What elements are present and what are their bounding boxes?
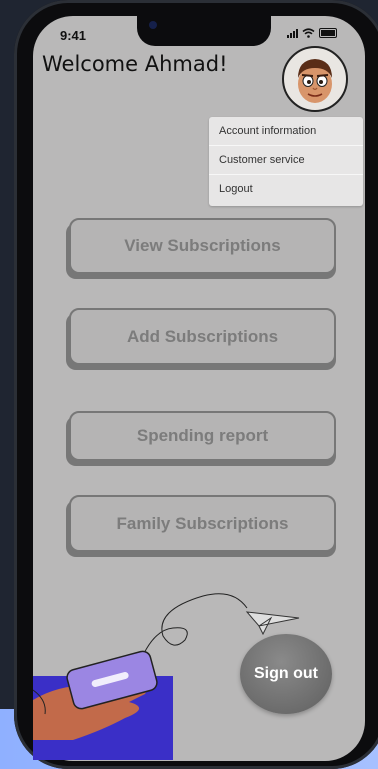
view-subscriptions-button[interactable]: View Subscriptions <box>69 218 336 274</box>
family-subscriptions-wrapper: Family Subscriptions <box>66 495 336 557</box>
family-subscriptions-button[interactable]: Family Subscriptions <box>69 495 336 552</box>
view-subscriptions-wrapper: View Subscriptions <box>66 218 336 279</box>
wifi-icon <box>302 28 315 38</box>
menu-item-customer-service[interactable]: Customer service <box>209 146 363 175</box>
welcome-heading: Welcome Ahmad! <box>42 52 228 76</box>
avatar[interactable] <box>282 46 348 112</box>
status-time: 9:41 <box>60 28 87 43</box>
account-dropdown-menu: Account information Customer service Log… <box>209 117 363 206</box>
status-icons <box>287 28 337 38</box>
dashed-flight-path <box>136 593 248 671</box>
spending-report-button[interactable]: Spending report <box>69 411 336 461</box>
spending-report-wrapper: Spending report <box>66 411 336 466</box>
menu-item-account-information[interactable]: Account information <box>209 117 363 146</box>
battery-icon <box>319 28 337 38</box>
phone-notch <box>137 16 271 46</box>
avatar-face-icon <box>298 59 332 103</box>
sign-out-button[interactable]: Sign out <box>240 634 332 714</box>
add-subscriptions-button[interactable]: Add Subscriptions <box>69 308 336 365</box>
add-subscriptions-wrapper: Add Subscriptions <box>66 308 336 370</box>
menu-item-logout[interactable]: Logout <box>209 175 363 204</box>
signal-icon <box>287 28 298 38</box>
paper-plane-icon <box>245 611 300 636</box>
camera-icon <box>149 21 157 29</box>
